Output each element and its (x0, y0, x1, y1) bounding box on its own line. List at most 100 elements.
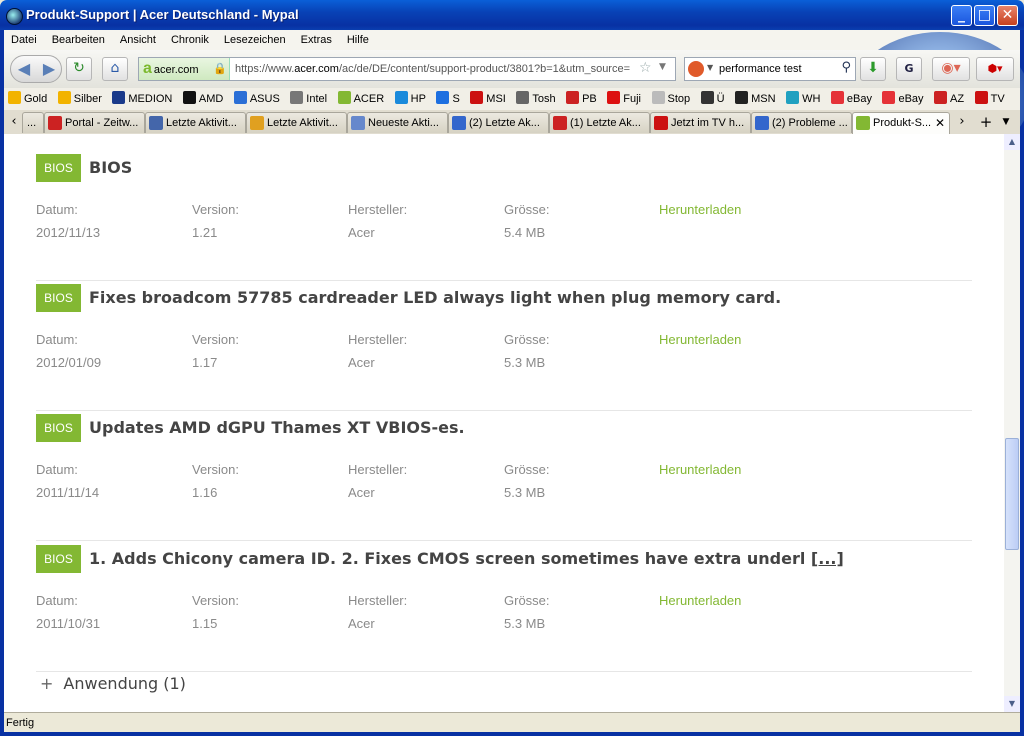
bookmark-tosh[interactable]: Tosh (516, 88, 556, 110)
download-link[interactable]: Herunterladen (659, 462, 741, 477)
menu-chronik[interactable]: Chronik (171, 30, 209, 50)
url-bar[interactable]: a acer.com 🔒 https://www.acer.com/ac/de/D… (138, 57, 676, 81)
bookmark-fuji[interactable]: Fuji (607, 88, 641, 110)
toshiba-icon (516, 91, 530, 104)
hp-icon (394, 91, 408, 104)
home-icon[interactable]: ⌂ (102, 57, 128, 81)
bookmark-ue[interactable]: Ü (700, 88, 725, 110)
bookmark-s[interactable]: S (436, 88, 460, 110)
scroll-up-icon[interactable]: ▲ (1004, 134, 1020, 150)
read-more-link[interactable]: [...] (811, 549, 844, 568)
window-frame-bottom (0, 732, 1024, 736)
title-bar[interactable]: Produkt-Support | Acer Deutschland - Myp… (0, 0, 1024, 30)
bookmark-silber[interactable]: Silber (57, 88, 102, 110)
tab-3[interactable]: Letzte Aktivit... (246, 112, 347, 133)
entry-title: Fixes broadcom 57785 cardreader LED alwa… (89, 288, 782, 307)
tab-list-icon[interactable]: ▼ (998, 112, 1014, 132)
date-label: Datum: (36, 593, 78, 608)
tab-scroll-right-icon[interactable]: › (954, 112, 970, 132)
mypal-app-icon[interactable] (6, 8, 23, 25)
bookmark-msn[interactable]: MSN (735, 88, 776, 110)
category-badge: BIOS (36, 414, 81, 442)
menu-hilfe[interactable]: Hilfe (347, 30, 369, 50)
bookmark-hp[interactable]: HP (394, 88, 426, 110)
tab-active[interactable]: Produkt-S... ✕ (852, 112, 950, 135)
maximize-button[interactable]: □ (974, 5, 995, 26)
manufacturer-label: Hersteller: (348, 593, 408, 608)
scroll-down-icon[interactable]: ▼ (1004, 696, 1020, 712)
tab-4[interactable]: Neueste Akti... (347, 112, 448, 133)
bookmark-ebay-2[interactable]: eBay (882, 88, 924, 110)
bookmark-az[interactable]: AZ (934, 88, 964, 110)
tab-1[interactable]: Portal - Zeitw... (44, 112, 145, 133)
section-anwendung[interactable]: + Anwendung (1) (40, 674, 186, 693)
tab-8[interactable]: (2) Probleme ... (751, 112, 852, 133)
divider (36, 540, 972, 541)
download-link[interactable]: Herunterladen (659, 202, 741, 217)
gmail-icon[interactable]: G (896, 57, 922, 81)
download-icon[interactable]: ⬇ (860, 57, 886, 81)
medion-icon (112, 91, 126, 104)
tab-5[interactable]: (2) Letzte Ak... (448, 112, 549, 133)
date-label: Datum: (36, 202, 78, 217)
url-dropdown-icon[interactable]: ▼ (659, 62, 666, 72)
search-input[interactable]: performance test (719, 58, 802, 80)
bookmark-intel[interactable]: Intel (290, 88, 327, 110)
skype-icon (436, 91, 450, 104)
tab-7[interactable]: Jetzt im TV h... (650, 112, 751, 133)
bookmark-star-icon[interactable]: ☆ (639, 60, 652, 76)
menu-lesezeichen[interactable]: Lesezeichen (224, 30, 286, 50)
stop-icon (651, 91, 665, 104)
tab-0[interactable]: ... (22, 112, 44, 133)
manufacturer-label: Hersteller: (348, 332, 408, 347)
adblock-icon[interactable]: ⬢▾ (976, 57, 1014, 81)
reload-icon[interactable]: ↻ (66, 57, 92, 81)
bookmark-amd[interactable]: AMD (182, 88, 223, 110)
manufacturer-value: Acer (348, 616, 375, 631)
firefox-menu-icon[interactable]: ◉▾ (932, 57, 970, 81)
bookmark-tv[interactable]: TV (974, 88, 1005, 110)
search-icon[interactable]: ⚲ (841, 60, 851, 75)
menu-ansicht[interactable]: Ansicht (120, 30, 156, 50)
size-label: Grösse: (504, 332, 550, 347)
tab-favicon-icon (654, 116, 668, 130)
search-engine-dropdown-icon[interactable]: ▼ (707, 63, 713, 72)
duckduckgo-icon[interactable] (688, 61, 704, 77)
tab-favicon-icon (48, 116, 62, 130)
close-window-button[interactable]: ✕ (997, 5, 1018, 26)
amd-icon (182, 91, 196, 104)
scroll-thumb[interactable] (1005, 438, 1019, 550)
site-identity[interactable]: a acer.com 🔒 (139, 58, 230, 80)
bookmark-stop[interactable]: Stop (651, 88, 690, 110)
url-text[interactable]: https://www.acer.com/ac/de/DE/content/su… (235, 58, 635, 80)
minimize-button[interactable]: _ (951, 5, 972, 26)
back-arrow-icon[interactable]: ◀ (13, 59, 35, 78)
download-link[interactable]: Herunterladen (659, 593, 741, 608)
window-title: Produkt-Support | Acer Deutschland - Myp… (26, 7, 299, 22)
forward-arrow-icon[interactable]: ▶ (38, 59, 60, 78)
new-tab-icon[interactable]: + (978, 112, 994, 132)
tv-icon (974, 91, 988, 104)
menu-bearbeiten[interactable]: Bearbeiten (52, 30, 105, 50)
version-value: 1.17 (192, 355, 218, 370)
search-bar[interactable]: ▼ performance test ⚲ (684, 57, 856, 81)
expand-plus-icon[interactable]: + (40, 674, 53, 693)
menu-datei[interactable]: Datei (11, 30, 37, 50)
close-tab-icon[interactable]: ✕ (935, 113, 945, 133)
size-value: 5.3 MB (504, 616, 546, 631)
bookmark-acer[interactable]: ACER (337, 88, 384, 110)
bookmark-medion[interactable]: MEDION (112, 88, 172, 110)
bookmark-gold[interactable]: Gold (8, 88, 47, 110)
tab-6[interactable]: (1) Letzte Ak... (549, 112, 650, 133)
download-link[interactable]: Herunterladen (659, 332, 741, 347)
date-value: 2011/11/14 (36, 485, 100, 500)
bookmark-wh[interactable]: WH (786, 88, 820, 110)
bookmark-ebay-1[interactable]: eBay (830, 88, 872, 110)
vertical-scrollbar[interactable]: ▲ ▼ (1004, 134, 1020, 712)
tab-scroll-left-icon[interactable]: ‹ (6, 112, 22, 132)
bookmark-pb[interactable]: PB (566, 88, 597, 110)
tab-2[interactable]: Letzte Aktivit... (145, 112, 246, 133)
bookmark-asus[interactable]: ASUS (233, 88, 280, 110)
menu-extras[interactable]: Extras (301, 30, 332, 50)
bookmark-msi[interactable]: MSI (470, 88, 506, 110)
